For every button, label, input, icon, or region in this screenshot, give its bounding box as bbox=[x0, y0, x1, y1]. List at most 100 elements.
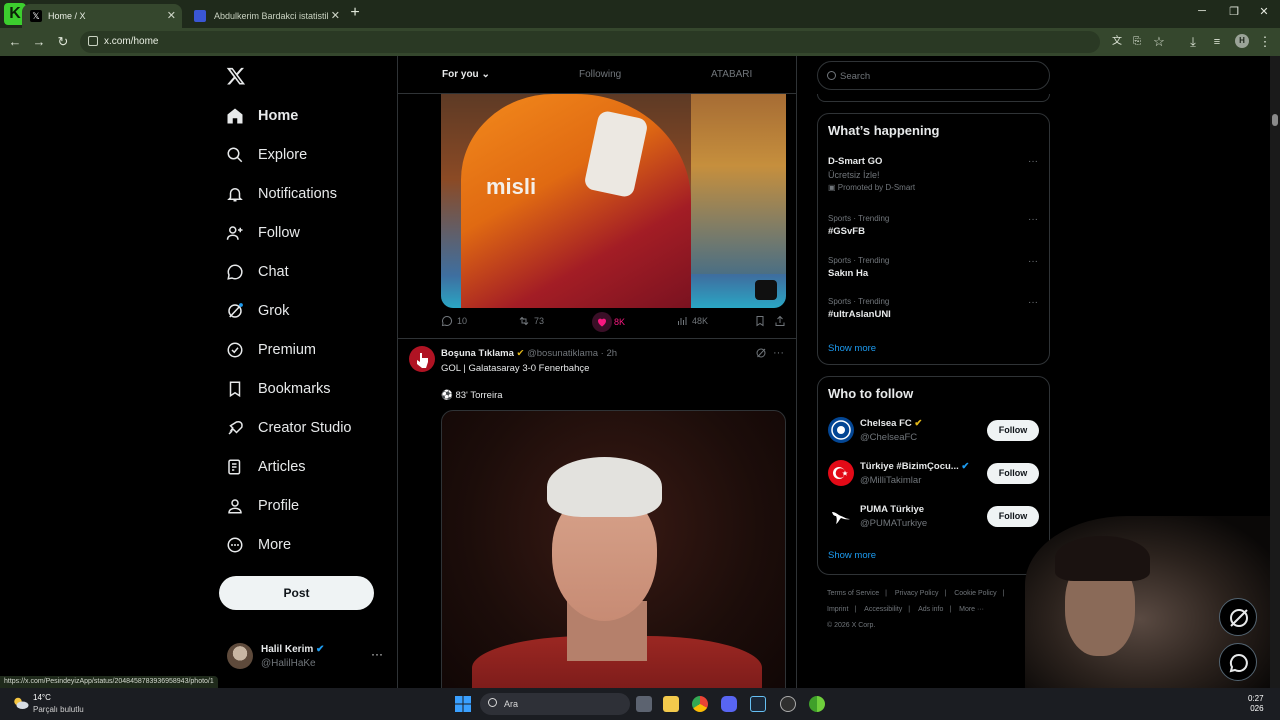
weather-description[interactable]: Parçalı bulutlu bbox=[33, 705, 84, 714]
profile-avatar[interactable]: H bbox=[1235, 34, 1249, 48]
grok-fab-button[interactable] bbox=[1219, 598, 1257, 636]
discord-icon[interactable] bbox=[721, 696, 737, 712]
menu-kebab-icon[interactable]: ⋮ bbox=[1256, 33, 1274, 51]
account-handle[interactable]: @MilliTakimlar bbox=[860, 475, 921, 486]
edit-image-icon[interactable] bbox=[755, 280, 777, 300]
footer-link[interactable]: Imprint bbox=[827, 606, 848, 613]
footer-link[interactable]: More ··· bbox=[959, 606, 984, 613]
account-name[interactable]: PUMA Türkiye bbox=[860, 504, 924, 515]
more-dots-icon[interactable]: ··· bbox=[1028, 297, 1038, 308]
app-icon[interactable] bbox=[780, 696, 796, 712]
nav-follow[interactable]: Follow bbox=[226, 218, 300, 248]
author-name[interactable]: Boşuna Tıklama bbox=[441, 348, 514, 359]
footer-link[interactable]: Ads info bbox=[918, 606, 943, 613]
more-dots-icon[interactable]: ··· bbox=[1028, 256, 1038, 267]
weather-temperature[interactable]: 14°C bbox=[33, 693, 51, 702]
taskbar-clock[interactable]: 0:27 026 bbox=[1248, 694, 1264, 714]
post-image[interactable] bbox=[441, 410, 786, 688]
download-icon[interactable]: ⤓ bbox=[1184, 33, 1202, 51]
forward-icon[interactable]: → bbox=[30, 33, 48, 51]
restore-button[interactable]: ❐ bbox=[1222, 5, 1246, 18]
star-icon[interactable]: ☆ bbox=[1150, 33, 1168, 51]
minimize-button[interactable]: ─ bbox=[1190, 5, 1214, 17]
footer-link[interactable]: Terms of Service bbox=[827, 590, 879, 597]
taskbar-search[interactable]: Ara bbox=[480, 693, 630, 715]
trend-item[interactable]: Sports · Trending #ultrAslanUNI ··· bbox=[828, 297, 1038, 320]
avatar[interactable] bbox=[828, 460, 854, 486]
account-handle[interactable]: @PUMATurkiye bbox=[860, 518, 927, 529]
chat-fab-button[interactable] bbox=[1219, 643, 1257, 681]
back-icon[interactable]: ← bbox=[6, 33, 24, 51]
tab-stats[interactable]: Abdulkerim Bardakci istatistikle ✕ bbox=[186, 4, 346, 28]
footer-link[interactable]: Accessibility bbox=[864, 606, 902, 613]
trend-item[interactable]: Sports · Trending #GSvFB ··· bbox=[828, 214, 1038, 237]
repost-button[interactable]: 73 bbox=[518, 315, 544, 327]
nav-profile[interactable]: Profile bbox=[226, 491, 299, 521]
nav-premium[interactable]: Premium bbox=[226, 335, 316, 365]
bookmark-button[interactable] bbox=[754, 315, 770, 327]
grok-icon[interactable] bbox=[755, 347, 767, 359]
weather-icon[interactable] bbox=[12, 695, 30, 711]
more-dots-icon[interactable]: ··· bbox=[1028, 156, 1038, 167]
avatar[interactable] bbox=[409, 346, 435, 372]
new-tab-button[interactable]: + bbox=[346, 4, 364, 24]
author-handle[interactable]: @bosunatiklama bbox=[527, 348, 598, 359]
avatar[interactable] bbox=[828, 417, 854, 443]
follow-button[interactable]: Follow bbox=[987, 420, 1039, 441]
windows-start-icon[interactable] bbox=[455, 696, 471, 712]
close-window-button[interactable]: ✕ bbox=[1252, 5, 1276, 18]
account-handle[interactable]: @ChelseaFC bbox=[860, 432, 917, 443]
chrome-icon[interactable] bbox=[692, 696, 708, 712]
trend-item[interactable]: D-Smart GO Ücretsiz İzle! ▣ Promoted by … bbox=[828, 156, 1038, 192]
task-view-icon[interactable] bbox=[636, 696, 652, 712]
tab-home[interactable]: 𝕏 Home / X ✕ bbox=[22, 4, 182, 28]
close-tab-icon[interactable]: ✕ bbox=[327, 4, 340, 28]
reply-button[interactable]: 10 bbox=[441, 315, 467, 327]
tab-for-you[interactable]: For you ⌄ bbox=[442, 56, 490, 94]
nav-explore[interactable]: Explore bbox=[226, 140, 307, 170]
address-bar[interactable]: x.com/home bbox=[80, 31, 1100, 53]
nav-bookmarks[interactable]: Bookmarks bbox=[226, 374, 331, 404]
nav-articles[interactable]: Articles bbox=[226, 452, 306, 482]
media-icon[interactable]: ≡ bbox=[1208, 33, 1226, 51]
share-button[interactable] bbox=[774, 315, 790, 327]
nav-home[interactable]: Home bbox=[226, 101, 298, 131]
site-info-icon[interactable] bbox=[88, 36, 98, 46]
nav-chat[interactable]: Chat bbox=[226, 257, 289, 287]
steam-icon[interactable] bbox=[750, 696, 766, 712]
show-more-link[interactable]: Show more bbox=[828, 343, 876, 354]
close-tab-icon[interactable]: ✕ bbox=[167, 4, 176, 28]
x-logo-icon[interactable] bbox=[226, 66, 246, 86]
more-dots-icon[interactable]: ··· bbox=[1028, 214, 1038, 225]
file-explorer-icon[interactable] bbox=[663, 696, 679, 712]
browser-app-icon[interactable] bbox=[809, 696, 825, 712]
translate-icon[interactable]: 文 bbox=[1108, 33, 1126, 51]
like-button[interactable]: 8K bbox=[592, 312, 625, 332]
views-button[interactable]: 48K bbox=[676, 315, 708, 327]
follow-button[interactable]: Follow bbox=[987, 506, 1039, 527]
cast-icon[interactable]: ⎘ bbox=[1128, 33, 1146, 51]
page-scrollbar[interactable] bbox=[1270, 56, 1280, 688]
post-button[interactable]: Post bbox=[219, 576, 374, 610]
reload-icon[interactable]: ↻ bbox=[54, 33, 72, 51]
nav-grok[interactable]: Grok bbox=[226, 296, 289, 326]
tab-atabari[interactable]: ATABARI bbox=[711, 56, 752, 94]
account-name[interactable]: Chelsea FC ✔ bbox=[860, 418, 922, 429]
scrollbar-thumb[interactable] bbox=[1272, 114, 1278, 126]
account-name[interactable]: Türkiye #BizimÇocu... ✔ bbox=[860, 461, 969, 472]
url-text[interactable]: x.com/home bbox=[104, 31, 158, 53]
nav-notifications[interactable]: Notifications bbox=[226, 179, 337, 209]
footer-link[interactable]: Cookie Policy bbox=[954, 590, 996, 597]
post-time[interactable]: · 2h bbox=[601, 348, 617, 359]
follow-button[interactable]: Follow bbox=[987, 463, 1039, 484]
search-input[interactable]: Search bbox=[817, 61, 1050, 90]
more-dots-icon[interactable]: ··· bbox=[371, 647, 383, 661]
nav-more[interactable]: More bbox=[226, 530, 291, 560]
trend-item[interactable]: Sports · Trending Sakın Ha ··· bbox=[828, 256, 1038, 279]
footer-link[interactable]: Privacy Policy bbox=[895, 590, 939, 597]
account-switcher[interactable]: Halil Kerim ✔ @HalilHaKe ··· bbox=[227, 641, 387, 671]
show-more-link[interactable]: Show more bbox=[828, 550, 876, 561]
more-dots-icon[interactable]: ··· bbox=[773, 347, 784, 359]
avatar[interactable] bbox=[828, 503, 854, 529]
post-image[interactable]: misli bbox=[441, 94, 786, 308]
